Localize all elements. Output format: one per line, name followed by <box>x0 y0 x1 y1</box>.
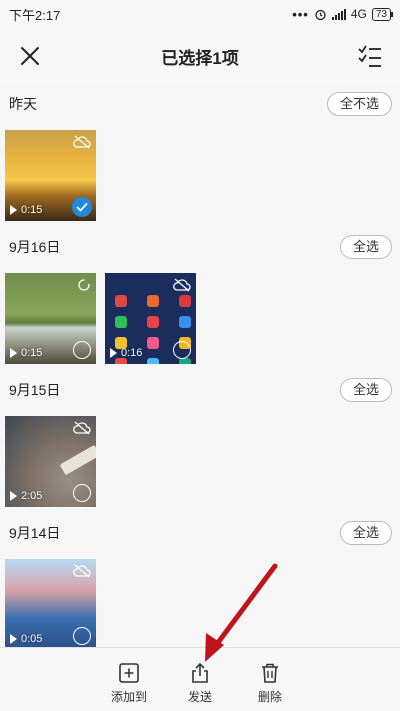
select-circle[interactable] <box>73 484 91 502</box>
add-to-label: 添加到 <box>110 690 147 704</box>
duration-label: 0:16 <box>121 347 143 359</box>
video-thumbnail[interactable]: 0:15 <box>5 273 96 364</box>
header: 已选择1项 <box>0 28 400 84</box>
play-icon <box>10 348 17 358</box>
add-to-button[interactable]: 添加到 <box>104 662 154 705</box>
add-square-icon <box>119 663 139 683</box>
select-circle[interactable] <box>73 627 91 645</box>
cloud-off-icon <box>73 564 91 578</box>
play-icon <box>10 205 17 215</box>
alarm-icon <box>315 9 326 20</box>
duration-label: 0:05 <box>21 633 43 645</box>
select-all-button[interactable]: 全选 <box>339 235 392 259</box>
trash-icon <box>262 663 278 683</box>
checklist-icon[interactable] <box>356 42 384 70</box>
status-bar: 下午2:17 ••• 4G 73 <box>0 0 400 28</box>
check-icon[interactable] <box>72 197 92 217</box>
section-date: 9月14日 <box>9 525 61 541</box>
section-date: 昨天 <box>9 96 37 112</box>
video-duration: 0:05 <box>10 633 42 645</box>
signal-icon <box>331 8 346 20</box>
delete-button[interactable]: 删除 <box>245 662 295 705</box>
status-time: 下午2:17 <box>9 7 61 23</box>
video-thumbnail[interactable]: 2:05 <box>5 416 96 507</box>
cloud-off-icon <box>73 135 91 149</box>
cloud-off-icon <box>73 421 91 435</box>
sync-icon <box>78 279 90 291</box>
video-thumbnail[interactable]: 0:05 <box>5 559 96 650</box>
play-icon <box>10 491 17 501</box>
play-icon <box>10 634 17 644</box>
duration-label: 0:15 <box>21 347 43 359</box>
select-circle[interactable] <box>173 341 191 359</box>
send-button[interactable]: 发送 <box>175 662 225 705</box>
network-type: 4G <box>350 7 367 21</box>
video-duration: 2:05 <box>10 490 42 502</box>
deselect-all-button[interactable]: 全不选 <box>326 92 392 116</box>
video-thumbnail[interactable]: 0:16 <box>105 273 196 364</box>
cloud-off-icon <box>173 278 191 292</box>
section-header: 9月15日 全选 <box>0 373 400 407</box>
section-date: 9月15日 <box>9 382 61 398</box>
delete-label: 删除 <box>257 690 282 704</box>
video-thumbnail[interactable]: 0:15 <box>5 130 96 221</box>
bottom-action-bar: 添加到 发送 删除 <box>0 647 400 711</box>
duration-label: 2:05 <box>21 490 43 502</box>
share-icon <box>192 662 208 683</box>
play-icon <box>110 348 117 358</box>
close-icon[interactable] <box>16 42 44 70</box>
select-all-button[interactable]: 全选 <box>339 378 392 402</box>
section-header: 9月14日 全选 <box>0 516 400 550</box>
thumbnail-object <box>59 444 96 476</box>
video-duration: 0:16 <box>110 347 142 359</box>
select-circle[interactable] <box>73 341 91 359</box>
video-duration: 0:15 <box>10 204 42 216</box>
page-title: 已选择1项 <box>161 48 239 68</box>
status-indicators: ••• 4G 73 <box>292 6 394 22</box>
notification-dots-icon: ••• <box>292 6 309 22</box>
select-all-button[interactable]: 全选 <box>339 521 392 545</box>
section-date: 9月16日 <box>9 239 61 255</box>
section-header: 9月16日 全选 <box>0 230 400 264</box>
video-duration: 0:15 <box>10 347 42 359</box>
section-header: 昨天 全不选 <box>0 87 400 121</box>
battery-icon: 73 <box>371 7 394 21</box>
send-label: 发送 <box>187 690 212 704</box>
battery-level: 73 <box>375 8 387 20</box>
duration-label: 0:15 <box>21 204 43 216</box>
